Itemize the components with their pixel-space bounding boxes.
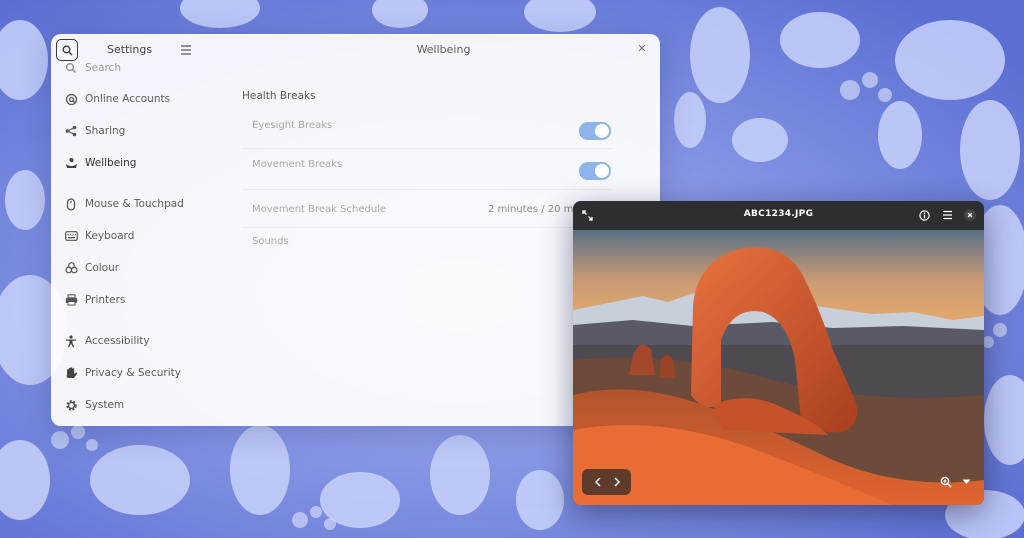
sidebar-item-privacy-security[interactable]: Privacy & Security bbox=[51, 361, 227, 385]
search-icon bbox=[64, 61, 78, 75]
sidebar-item-label: System bbox=[85, 399, 125, 411]
sidebar-item-label: Sharing bbox=[85, 125, 126, 137]
sidebar-item-label: Privacy & Security bbox=[85, 367, 181, 379]
eyesight-breaks-toggle[interactable] bbox=[579, 122, 611, 140]
movement-breaks-toggle[interactable] bbox=[579, 162, 611, 180]
sidebar-item-colour[interactable]: Colour bbox=[51, 256, 227, 280]
close-icon[interactable]: ✕ bbox=[636, 42, 648, 55]
sidebar-item-accessibility[interactable]: Accessibility bbox=[51, 329, 227, 353]
sidebar-title: Settings bbox=[107, 43, 153, 56]
keyboard-icon bbox=[64, 229, 78, 243]
image-navigation bbox=[582, 469, 631, 495]
sounds-label: Sounds bbox=[252, 236, 289, 247]
main-menu-icon[interactable] bbox=[179, 44, 193, 56]
previous-icon[interactable] bbox=[591, 475, 605, 489]
movement-break-schedule-label: Movement Break Schedule bbox=[252, 204, 387, 215]
section-title: Health Breaks bbox=[242, 90, 316, 102]
sidebar-item-system[interactable]: System bbox=[51, 393, 227, 417]
close-icon[interactable] bbox=[963, 208, 977, 222]
sidebar-item-wellbeing[interactable]: Wellbeing bbox=[51, 151, 227, 175]
sidebar-item-keyboard[interactable]: Keyboard bbox=[51, 224, 227, 248]
wellbeing-icon bbox=[64, 156, 78, 170]
image-viewer-window: ABC1234.JPG bbox=[573, 201, 984, 505]
sidebar-item-label: Online Accounts bbox=[85, 93, 171, 105]
sidebar-item-label: Accessibility bbox=[85, 335, 150, 347]
sidebar-item-label: Mouse & Touchpad bbox=[85, 198, 184, 210]
sidebar-item-label: Keyboard bbox=[85, 230, 135, 242]
row-divider bbox=[242, 227, 612, 228]
share-icon bbox=[64, 124, 78, 138]
sidebar-item-mouse-touchpad[interactable]: Mouse & Touchpad bbox=[51, 192, 227, 216]
mouse-icon bbox=[64, 197, 78, 211]
movement-breaks-label: Movement Breaks bbox=[252, 159, 343, 170]
settings-sidebar: Settings Search Online Accounts Sharing … bbox=[51, 34, 227, 426]
sidebar-item-online-accounts[interactable]: Online Accounts bbox=[51, 87, 227, 111]
hand-icon bbox=[64, 366, 78, 380]
next-icon[interactable] bbox=[610, 475, 624, 489]
sidebar-item-search[interactable]: Search bbox=[51, 56, 227, 80]
row-divider bbox=[242, 148, 612, 149]
sidebar-item-printers[interactable]: Printers bbox=[51, 288, 227, 312]
chevron-down-icon[interactable] bbox=[959, 475, 973, 489]
page-title: Wellbeing bbox=[416, 43, 471, 56]
row-divider bbox=[242, 189, 612, 190]
colour-icon bbox=[64, 261, 78, 275]
movement-break-schedule-value: 2 minutes / 20 min bbox=[488, 204, 583, 215]
sidebar-item-label: Search bbox=[85, 62, 122, 74]
gear-icon bbox=[64, 398, 78, 412]
sidebar-item-label: Colour bbox=[85, 262, 120, 274]
accessibility-icon bbox=[64, 334, 78, 348]
sidebar-item-label: Printers bbox=[85, 294, 126, 306]
eyesight-breaks-label: Eyesight Breaks bbox=[252, 120, 333, 131]
viewer-header-bar: ABC1234.JPG bbox=[573, 201, 984, 230]
settings-window: Settings Search Online Accounts Sharing … bbox=[51, 34, 660, 426]
sidebar-item-sharing[interactable]: Sharing bbox=[51, 119, 227, 143]
photo-image bbox=[573, 230, 984, 505]
sidebar-item-label: Wellbeing bbox=[85, 157, 137, 169]
info-icon[interactable] bbox=[917, 208, 931, 222]
menu-icon[interactable] bbox=[940, 208, 954, 222]
search-icon bbox=[62, 45, 72, 55]
at-icon bbox=[64, 92, 78, 106]
zoom-icon[interactable] bbox=[939, 475, 953, 489]
printer-icon bbox=[64, 293, 78, 307]
